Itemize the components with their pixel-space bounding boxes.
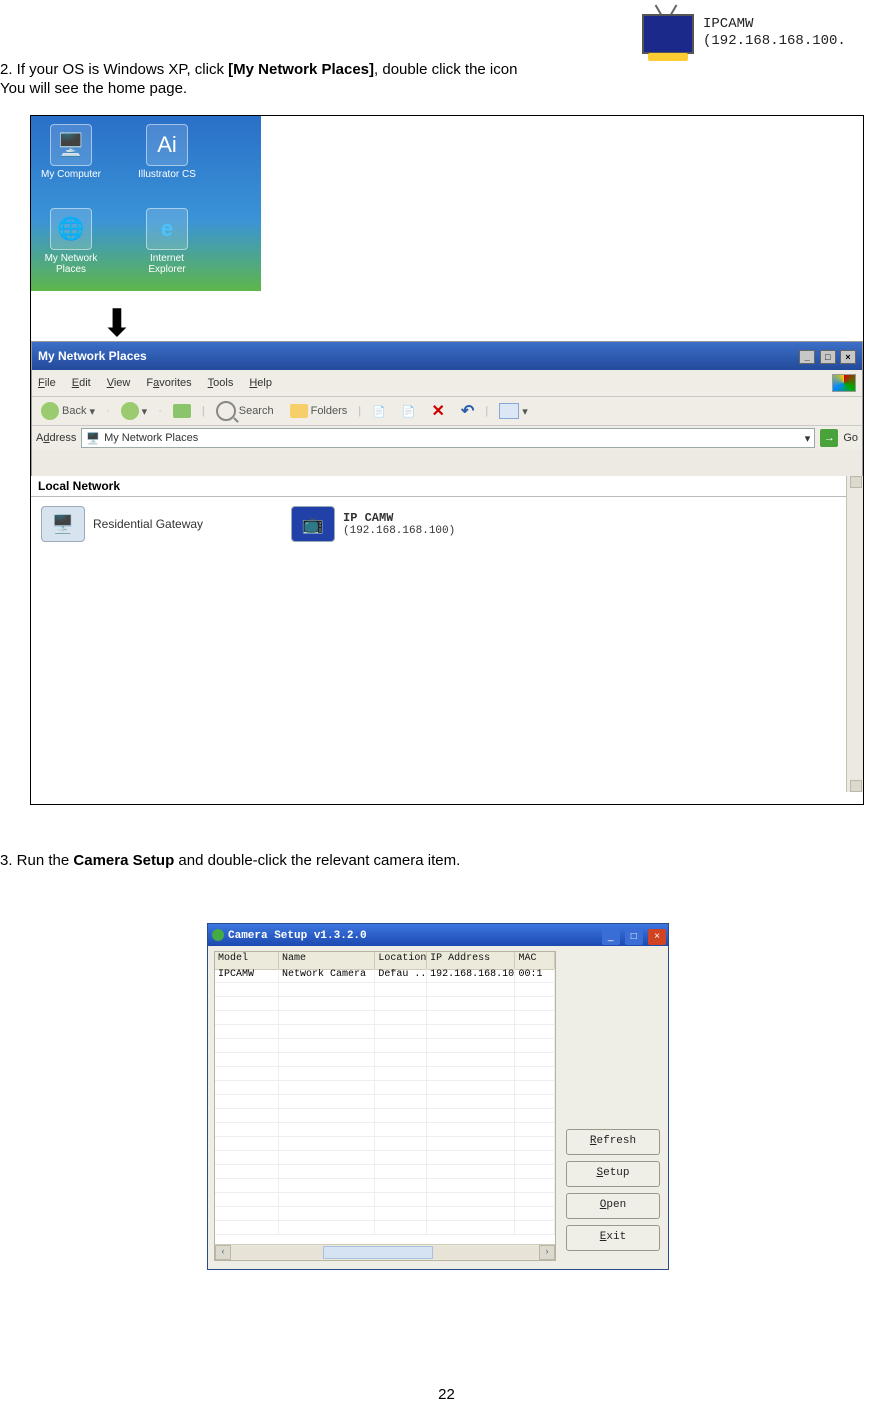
menu-view[interactable]: View [107, 377, 131, 389]
ipcam-name: IPCAMW [703, 16, 846, 34]
window-titlebar: My Network Places _ □ × [32, 342, 862, 370]
search-icon [216, 401, 236, 421]
move-button[interactable]: 📄 [367, 403, 391, 420]
close-button[interactable]: × [840, 350, 856, 364]
col-location[interactable]: Location [375, 952, 427, 969]
menu-file[interactable]: File [38, 377, 56, 389]
network-item-ipcam[interactable]: 📺 IP CAMW (192.168.168.100) [291, 506, 455, 542]
copy-button[interactable]: 📄 [397, 403, 421, 420]
ipcam-item-ip: (192.168.168.100) [343, 525, 455, 537]
delete-button[interactable]: ✕ [427, 399, 450, 423]
xp-desktop: 🖥️ My Computer Ai Illustrator CS 🌐 My Ne… [31, 116, 261, 291]
toolbar: Back ▾ · ▾ · | Search Folders | 📄 📄 ✕ ↶ … [32, 397, 862, 426]
camera-setup-titlebar: Camera Setup v1.3.2.0 _ □ × [208, 924, 668, 946]
ipcam-ip: (192.168.168.100. [703, 33, 846, 51]
maximize-button[interactable]: □ [625, 929, 643, 945]
menu-bar: File Edit View Favorites Tools Help [32, 370, 862, 397]
scroll-thumb[interactable] [323, 1246, 433, 1259]
camera-setup-buttons: Refresh Setup Open Exit [566, 1123, 658, 1251]
computer-icon: 🖥️ [50, 124, 92, 166]
desktop-icon-my-network-places[interactable]: 🌐 My Network Places [35, 208, 107, 275]
table-row[interactable]: IPCAMW Network Camera Defau .. 192.168.1… [215, 969, 555, 983]
gateway-icon: 🖥️ [41, 506, 85, 542]
ipcam-item-name: IP CAMW [343, 511, 455, 525]
views-button[interactable]: ▾ [494, 401, 533, 421]
forward-button[interactable]: ▾ [116, 400, 153, 422]
desktop-icon-my-computer[interactable]: 🖥️ My Computer [35, 124, 107, 180]
address-field[interactable]: 🖥️ My Network Places ▾ [81, 428, 815, 448]
vertical-scrollbar[interactable] [846, 476, 863, 792]
menu-tools[interactable]: Tools [208, 377, 234, 389]
table-header: Model Name Location IP Address MAC [215, 952, 555, 970]
monitor-icon [638, 6, 698, 61]
ipcam-desktop-icon[interactable]: IPCAMW (192.168.168.100. [638, 3, 893, 63]
address-value: My Network Places [104, 432, 198, 444]
table-body: IPCAMW Network Camera Defau .. 192.168.1… [215, 969, 555, 1245]
views-icon [499, 403, 519, 419]
setup-button[interactable]: Setup [566, 1161, 660, 1187]
address-label: Address [36, 432, 76, 444]
col-ip[interactable]: IP Address [427, 952, 515, 969]
camera-setup-window: Camera Setup v1.3.2.0 _ □ × Model Name L… [207, 923, 669, 1270]
refresh-button[interactable]: Refresh [566, 1129, 660, 1155]
folders-button[interactable]: Folders [285, 402, 353, 420]
network-item-gateway[interactable]: 🖥️ Residential Gateway [41, 506, 203, 542]
scroll-right-button[interactable]: › [539, 1245, 555, 1260]
menu-help[interactable]: Help [249, 377, 272, 389]
network-places-icon: 🖥️ [86, 432, 100, 445]
ipcam-icon: 📺 [291, 506, 335, 542]
figure-desktop-mnp: 🖥️ My Computer Ai Illustrator CS 🌐 My Ne… [30, 115, 864, 805]
local-network-panel: Local Network 🖥️ Residential Gateway 📺 I… [31, 476, 863, 804]
horizontal-scrollbar[interactable]: ‹ › [215, 1244, 555, 1260]
back-button[interactable]: Back ▾ [36, 400, 100, 422]
col-mac[interactable]: MAC [515, 952, 555, 969]
col-name[interactable]: Name [279, 952, 375, 969]
camera-setup-title: Camera Setup v1.3.2.0 [228, 929, 367, 941]
exit-button[interactable]: Exit [566, 1225, 660, 1251]
arrow-down-icon: ⬇ [101, 301, 133, 346]
my-network-places-window: My Network Places _ □ × File Edit View F… [31, 341, 863, 478]
undo-button[interactable]: ↶ [456, 399, 479, 423]
desktop-icon-illustrator[interactable]: Ai Illustrator CS [131, 124, 203, 180]
up-button[interactable] [168, 402, 196, 420]
desktop-icon-ie[interactable]: e Internet Explorer [131, 208, 203, 275]
network-places-icon: 🌐 [50, 208, 92, 250]
camera-table: Model Name Location IP Address MAC IPCAM… [214, 951, 556, 1261]
page-number: 22 [0, 1386, 893, 1403]
app-icon [212, 929, 224, 941]
minimize-button[interactable]: _ [602, 929, 620, 945]
folders-icon [290, 404, 308, 418]
ie-icon: e [146, 208, 188, 250]
scroll-left-button[interactable]: ‹ [215, 1245, 231, 1260]
gateway-label: Residential Gateway [93, 517, 203, 531]
go-button[interactable]: → [820, 429, 838, 447]
windows-flag-icon [832, 374, 856, 392]
local-network-label: Local Network [31, 476, 863, 497]
go-label: Go [843, 432, 858, 444]
app-icon: Ai [146, 124, 188, 166]
instruction-2b: You will see the home page. [0, 80, 893, 97]
menu-edit[interactable]: Edit [72, 377, 91, 389]
window-title: My Network Places [38, 349, 147, 363]
instruction-2: 2. If your OS is Windows XP, click [My N… [0, 61, 893, 78]
maximize-button[interactable]: □ [820, 350, 836, 364]
search-button[interactable]: Search [211, 399, 279, 423]
col-model[interactable]: Model [215, 952, 279, 969]
open-button[interactable]: Open [566, 1193, 660, 1219]
menu-favorites[interactable]: Favorites [146, 377, 191, 389]
instruction-3: 3. Run the Camera Setup and double-click… [0, 852, 893, 869]
minimize-button[interactable]: _ [799, 350, 815, 364]
close-button[interactable]: × [648, 929, 666, 945]
address-bar: Address 🖥️ My Network Places ▾ → Go [32, 426, 862, 450]
